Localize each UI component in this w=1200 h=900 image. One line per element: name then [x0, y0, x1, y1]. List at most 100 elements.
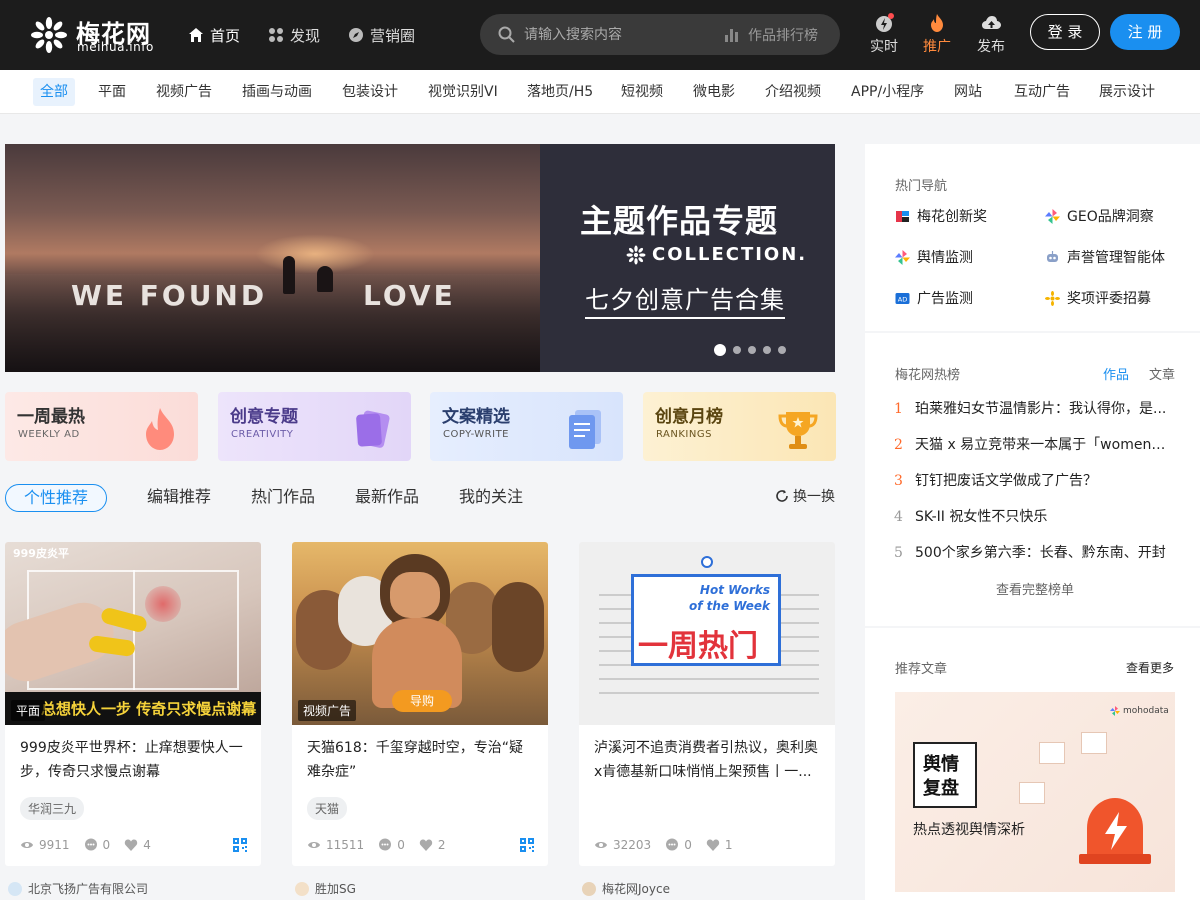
- character-face: [390, 572, 440, 618]
- publish-button[interactable]: 发布: [971, 12, 1011, 58]
- pinwheel-icon: [1045, 208, 1060, 224]
- comment-count: 0: [684, 838, 692, 852]
- heart-icon[interactable]: [124, 838, 138, 852]
- card-author[interactable]: 北京飞扬广告有限公司: [8, 880, 148, 897]
- tab-following[interactable]: 我的关注: [459, 484, 523, 512]
- banner-photo-text-right: LOVE: [363, 279, 456, 312]
- carousel-dot[interactable]: [763, 346, 771, 354]
- tab-personal[interactable]: 个性推荐: [5, 484, 108, 512]
- feature-title: 文案精选: [442, 407, 510, 427]
- work-card[interactable]: Hot Works of the Week 一周热门 泸溪河不追责消费者引热议，…: [579, 542, 835, 866]
- nav-home[interactable]: 首页: [188, 24, 240, 46]
- work-card[interactable]: 导购 视频广告 天猫618：千玺穿越时空，专治“疑难杂症” 天猫 11511 0…: [292, 542, 548, 866]
- category-illustration[interactable]: 插画与动画: [235, 78, 319, 106]
- category-app[interactable]: APP/小程序: [844, 78, 931, 106]
- category-intro-video[interactable]: 介绍视频: [758, 78, 828, 106]
- ranking-item[interactable]: 5 500个家乡第六季：长春、黔东南、开封: [894, 542, 1174, 562]
- view-more-articles-link[interactable]: 查看更多: [1126, 659, 1174, 676]
- category-interactive-ad[interactable]: 互动广告: [1007, 78, 1077, 106]
- works-ranking-link[interactable]: 作品排行榜: [724, 25, 818, 45]
- ranking-item[interactable]: 3 钉钉把废话文学做成了广告？: [894, 470, 1174, 490]
- login-button[interactable]: 登 录: [1030, 14, 1100, 50]
- work-thumbnail[interactable]: 999皮炎平 总想快人一步 传奇只求慢点谢幕 平面: [5, 542, 261, 725]
- nav-marketing-circle[interactable]: 营销圈: [348, 24, 415, 46]
- robot-icon: [1047, 250, 1058, 262]
- calendar-icon: [1039, 742, 1065, 764]
- work-card[interactable]: 999皮炎平 总想快人一步 传奇只求慢点谢幕 平面 999皮炎平世界杯：止痒想要…: [5, 542, 261, 866]
- nav-discover-label: 发现: [290, 26, 321, 45]
- category-vi[interactable]: 视觉识别VI: [421, 78, 505, 106]
- carousel-dot[interactable]: [714, 344, 726, 356]
- feature-weekly-hot[interactable]: 一周最热 WEEKLY AD: [5, 392, 198, 461]
- banner-text-panel: 主题作品专题 COLLECTION. 七夕创意广告合集: [540, 144, 835, 372]
- banner-subtitle[interactable]: 七夕创意广告合集: [585, 280, 785, 319]
- fire-icon: [931, 14, 943, 32]
- card-author[interactable]: 梅花网Joyce: [582, 880, 670, 897]
- hot-nav-item[interactable]: AD 广告监测: [895, 288, 973, 308]
- comment-icon[interactable]: [378, 838, 392, 852]
- search-icon[interactable]: [498, 26, 515, 43]
- comment-icon[interactable]: [665, 838, 679, 852]
- ranking-tab-articles[interactable]: 文章: [1149, 364, 1175, 383]
- realtime-button[interactable]: 实时: [864, 12, 904, 58]
- like-count: 2: [437, 838, 446, 852]
- ranking-item[interactable]: 1 珀莱雅妇女节温情影片：我认得你，是...: [894, 398, 1174, 418]
- tab-popular[interactable]: 热门作品: [251, 484, 315, 512]
- work-thumbnail[interactable]: Hot Works of the Week 一周热门: [579, 542, 835, 725]
- heart-icon[interactable]: [419, 838, 433, 852]
- site-logo[interactable]: 梅花网 meihua.info: [30, 14, 155, 56]
- hero-banner[interactable]: WE FOUND LOVE 主题作品专题 COLLECTION. 七夕创意广告合…: [5, 144, 835, 372]
- card-author[interactable]: 胜加SG: [295, 880, 356, 897]
- feature-creative-topic[interactable]: 创意专题 CREATIVITY: [218, 392, 411, 461]
- search-input[interactable]: [524, 22, 724, 47]
- nav-discover[interactable]: 发现: [268, 24, 320, 46]
- brand-chip[interactable]: 华润三九: [20, 797, 85, 820]
- ranking-item[interactable]: 2 天猫 x 易立竞带来一本属于「women的...: [894, 434, 1174, 454]
- refresh-button[interactable]: 换一换: [775, 486, 835, 506]
- feature-monthly-ranking[interactable]: 创意月榜 RANKINGS: [643, 392, 836, 461]
- heart-icon[interactable]: [706, 838, 720, 852]
- category-short-video[interactable]: 短视频: [614, 78, 670, 106]
- refresh-label: 换一换: [793, 489, 835, 505]
- carousel-dot[interactable]: [733, 346, 741, 354]
- work-title[interactable]: 泸溪河不追责消费者引热议，奥利奥x肯德基新口味悄悄上架预售丨一...: [594, 736, 820, 784]
- tab-editor[interactable]: 编辑推荐: [147, 484, 211, 512]
- document-icon: [1081, 732, 1107, 754]
- qrcode-icon[interactable]: [520, 838, 534, 852]
- category-print[interactable]: 平面: [91, 78, 133, 106]
- work-thumbnail[interactable]: 导购 视频广告: [292, 542, 548, 725]
- category-video-ad[interactable]: 视频广告: [149, 78, 219, 106]
- hot-nav-item[interactable]: 奖项评委招募: [1045, 288, 1151, 308]
- ranking-item[interactable]: 4 SK-II 祝女性不只快乐: [894, 506, 1174, 526]
- category-landing-h5[interactable]: 落地页/H5: [520, 78, 600, 106]
- bar-chart-icon: [725, 29, 738, 42]
- hot-nav-item[interactable]: 声誉管理智能体: [1045, 247, 1165, 267]
- article-banner[interactable]: mohodata 舆情 复盘 热点透视舆情深析: [895, 692, 1175, 892]
- promote-button[interactable]: 推广: [917, 12, 957, 58]
- hot-nav-item[interactable]: 梅花创新奖: [895, 206, 987, 226]
- category-micro-film[interactable]: 微电影: [686, 78, 742, 106]
- hot-nav-item[interactable]: 舆情监测: [895, 247, 973, 267]
- carousel-dot[interactable]: [778, 346, 786, 354]
- tab-latest[interactable]: 最新作品: [355, 484, 419, 512]
- work-stats: 11511 0 2: [307, 838, 459, 852]
- view-full-ranking-link[interactable]: 查看完整榜单: [996, 579, 1074, 598]
- flower-logo-icon: [31, 17, 67, 53]
- qrcode-icon[interactable]: [233, 838, 247, 852]
- category-packaging[interactable]: 包装设计: [335, 78, 405, 106]
- carousel-dot[interactable]: [748, 346, 756, 354]
- thumb-brand: 999皮炎平: [13, 547, 69, 560]
- category-exhibition[interactable]: 展示设计: [1092, 78, 1162, 106]
- register-button[interactable]: 注 册: [1110, 14, 1180, 50]
- category-all[interactable]: 全部: [33, 78, 75, 106]
- pinwheel-icon: [1110, 706, 1120, 716]
- brand-chip[interactable]: 天猫: [307, 797, 348, 820]
- feature-copywriting[interactable]: 文案精选 COPY-WRITE: [430, 392, 623, 461]
- comment-icon[interactable]: [84, 838, 98, 852]
- feature-subtitle: RANKINGS: [656, 429, 712, 440]
- hot-nav-item[interactable]: GEO品牌洞察: [1045, 206, 1154, 226]
- category-website[interactable]: 网站: [947, 78, 989, 106]
- work-title[interactable]: 天猫618：千玺穿越时空，专治“疑难杂症”: [307, 736, 533, 784]
- ranking-tab-works[interactable]: 作品: [1103, 364, 1129, 383]
- work-title[interactable]: 999皮炎平世界杯：止痒想要快人一步，传奇只求慢点谢幕: [20, 736, 246, 784]
